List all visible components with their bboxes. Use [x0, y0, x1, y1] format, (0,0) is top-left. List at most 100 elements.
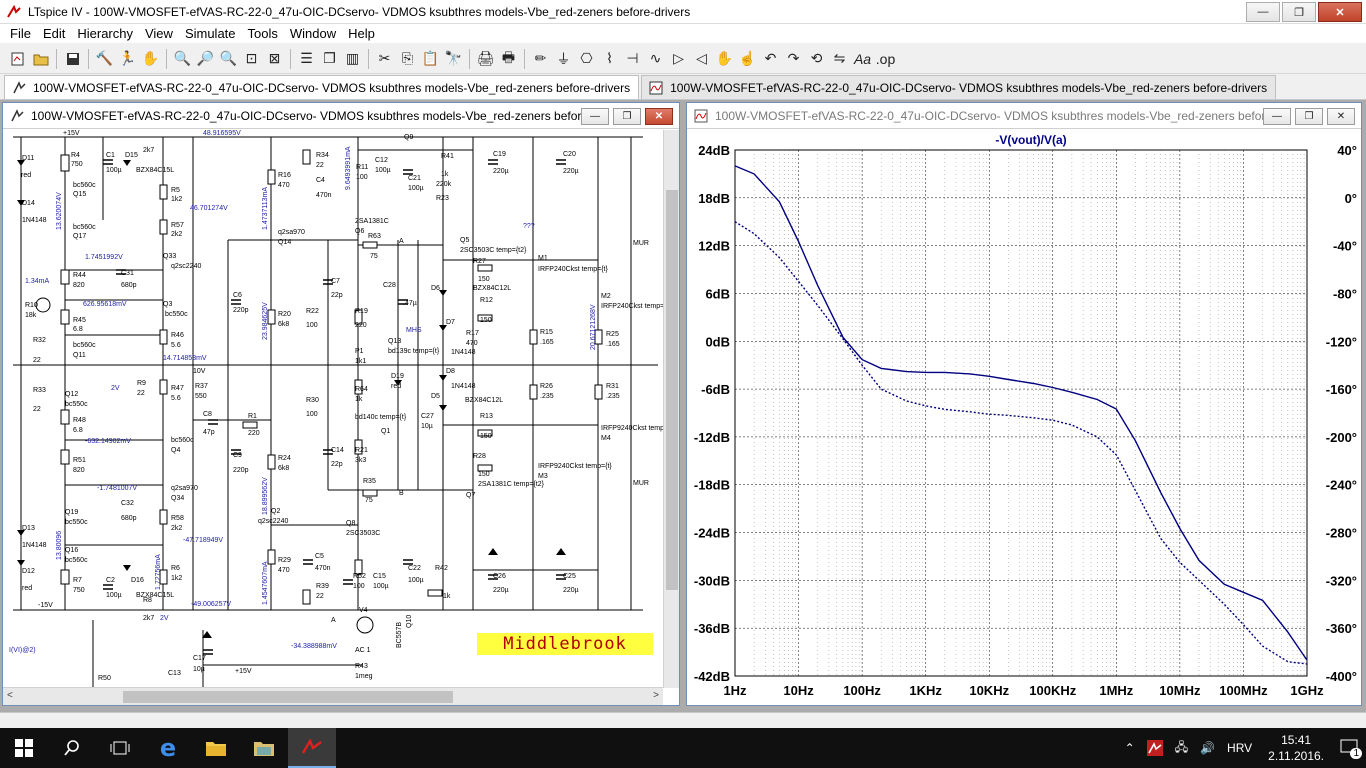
- language-indicator[interactable]: HRV: [1221, 741, 1258, 755]
- menu-tools[interactable]: Tools: [242, 26, 284, 41]
- label-100c: 100: [306, 411, 318, 418]
- scroll-right-icon[interactable]: >: [653, 690, 659, 701]
- redo-icon[interactable]: ↷: [782, 47, 805, 70]
- cut-icon[interactable]: ✂: [373, 47, 396, 70]
- task-view-icon[interactable]: [96, 728, 144, 768]
- move-hand-icon[interactable]: ✋: [713, 47, 736, 70]
- save-icon[interactable]: [61, 47, 84, 70]
- copy-icon[interactable]: ⎘: [396, 47, 419, 70]
- schematic-horizontal-scrollbar[interactable]: < >: [3, 687, 663, 705]
- menu-simulate[interactable]: Simulate: [179, 26, 242, 41]
- tile-vertical-icon[interactable]: ▥: [341, 47, 364, 70]
- chevron-up-icon[interactable]: ⌃: [1119, 741, 1141, 755]
- close-button[interactable]: ✕: [1318, 2, 1362, 22]
- label-22: 22: [33, 357, 41, 364]
- node-voltage-4: -632.14902mV: [85, 438, 131, 445]
- zoom-in-icon[interactable]: 🔍: [171, 47, 194, 70]
- text-icon[interactable]: Aa: [851, 47, 874, 70]
- ltspice-tray-icon[interactable]: [1141, 740, 1169, 756]
- network-icon[interactable]: 🖧: [1169, 738, 1194, 759]
- edge-icon[interactable]: e: [144, 728, 192, 768]
- paste-icon[interactable]: 📋: [419, 47, 442, 70]
- label-10u-b: 10µ: [193, 666, 205, 673]
- start-icon[interactable]: [0, 728, 48, 768]
- new-schematic-icon[interactable]: [6, 47, 29, 70]
- pan-hand-icon[interactable]: ✋: [139, 47, 162, 70]
- zoom-out-icon[interactable]: 🔍: [217, 47, 240, 70]
- tab-waveform[interactable]: 100W-VMOSFET-efVAS-RC-22-0_47u-OIC-DCser…: [641, 75, 1277, 99]
- find-icon[interactable]: 🔭: [442, 47, 465, 70]
- menu-file[interactable]: File: [4, 26, 37, 41]
- diode-icon[interactable]: ▷: [667, 47, 690, 70]
- capacitor-icon[interactable]: ⊣: [621, 47, 644, 70]
- schematic-vertical-scrollbar[interactable]: [663, 130, 679, 688]
- minimize-button[interactable]: —: [1246, 2, 1280, 22]
- label-c26: C26: [493, 573, 506, 580]
- restore-button[interactable]: ❐: [1282, 2, 1316, 22]
- rotate-icon[interactable]: ⟲: [805, 47, 828, 70]
- waveform-minimize-button[interactable]: —: [1263, 108, 1291, 125]
- horizontal-scroll-thumb[interactable]: [123, 691, 453, 703]
- label-q3: Q3: [163, 301, 172, 308]
- label-r6: R6: [171, 565, 180, 572]
- waveform-restore-button[interactable]: ❐: [1295, 108, 1323, 125]
- label-p15v: +15V: [63, 130, 80, 137]
- waveform-icon: [648, 80, 664, 96]
- volume-icon[interactable]: 🔊: [1194, 741, 1221, 755]
- tab-schematic[interactable]: 100W-VMOSFET-efVAS-RC-22-0_47u-OIC-DCser…: [4, 75, 640, 99]
- waveform-close-button[interactable]: ✕: [1327, 108, 1355, 125]
- menu-hierarchy[interactable]: Hierarchy: [71, 26, 139, 41]
- label-75b: 75: [365, 497, 373, 504]
- label-net-icon[interactable]: ⎔: [575, 47, 598, 70]
- vertical-scroll-thumb[interactable]: [666, 190, 678, 590]
- control-panel-icon[interactable]: 🔨: [93, 47, 116, 70]
- label-470b: 470: [278, 567, 290, 574]
- zoom-pan-icon[interactable]: 🔎: [194, 47, 217, 70]
- search-icon[interactable]: [48, 728, 96, 768]
- print-icon[interactable]: 🖶: [497, 47, 520, 70]
- label-c2-val: 100µ: [106, 592, 122, 599]
- menu-edit[interactable]: Edit: [37, 26, 71, 41]
- run-icon[interactable]: 🏃: [116, 47, 139, 70]
- menu-window[interactable]: Window: [284, 26, 342, 41]
- label-1meg: 1meg: [355, 673, 373, 680]
- menu-view[interactable]: View: [139, 26, 179, 41]
- folder-icon[interactable]: [240, 728, 288, 768]
- label-22p: 22p: [331, 292, 343, 299]
- y-tick-label-left: 24dB: [698, 143, 730, 158]
- schematic-close-button[interactable]: ✕: [645, 108, 673, 125]
- inductor-icon[interactable]: ∿: [644, 47, 667, 70]
- ltspice-icon[interactable]: [288, 728, 336, 768]
- label-220p-b: 220p: [233, 467, 249, 474]
- component-icon[interactable]: ◁: [690, 47, 713, 70]
- tile-horizontal-icon[interactable]: ☰: [295, 47, 318, 70]
- resistor-icon[interactable]: ⌇: [598, 47, 621, 70]
- zoom-fit-icon[interactable]: ⊡: [240, 47, 263, 70]
- label-q11: Q11: [73, 352, 86, 359]
- zoom-cancel-icon[interactable]: ⊠: [263, 47, 286, 70]
- node-voltage-5: -1.7481007V: [97, 485, 137, 492]
- drag-hand-icon[interactable]: ☝: [736, 47, 759, 70]
- clock[interactable]: 15:41 2.11.2016.: [1258, 732, 1334, 764]
- tab-waveform-label: 100W-VMOSFET-efVAS-RC-22-0_47u-OIC-DCser…: [670, 80, 1268, 95]
- y-tick-label-right: -200°: [1326, 430, 1357, 445]
- print-preview-icon[interactable]: 🖨: [474, 47, 497, 70]
- cascade-icon[interactable]: ❐: [318, 47, 341, 70]
- draw-wire-icon[interactable]: ✏: [529, 47, 552, 70]
- explorer-icon[interactable]: [192, 728, 240, 768]
- schematic-restore-button[interactable]: ❐: [613, 108, 641, 125]
- mirror-icon[interactable]: ⇋: [828, 47, 851, 70]
- waveform-plot-area[interactable]: 24dB 18dB 12dB 6dB 0dB -6dB -12dB -18dB -24dB -30…: [687, 130, 1361, 705]
- notification-icon[interactable]: 1: [1334, 739, 1366, 759]
- menu-help[interactable]: Help: [342, 26, 381, 41]
- label-220: 220: [248, 430, 260, 437]
- schematic-minimize-button[interactable]: —: [581, 108, 609, 125]
- label-150c: 150: [480, 433, 492, 440]
- scroll-left-icon[interactable]: <: [7, 690, 13, 701]
- spice-directive-icon[interactable]: .op: [874, 47, 897, 70]
- x-tick-label: 100Hz: [843, 683, 881, 698]
- undo-icon[interactable]: ↶: [759, 47, 782, 70]
- open-folder-icon[interactable]: [29, 47, 52, 70]
- schematic-canvas[interactable]: D11 red R4 750 C1 100µ D15 2k7 BZX84C15L…: [3, 130, 663, 688]
- ground-icon[interactable]: ⏚: [552, 47, 575, 70]
